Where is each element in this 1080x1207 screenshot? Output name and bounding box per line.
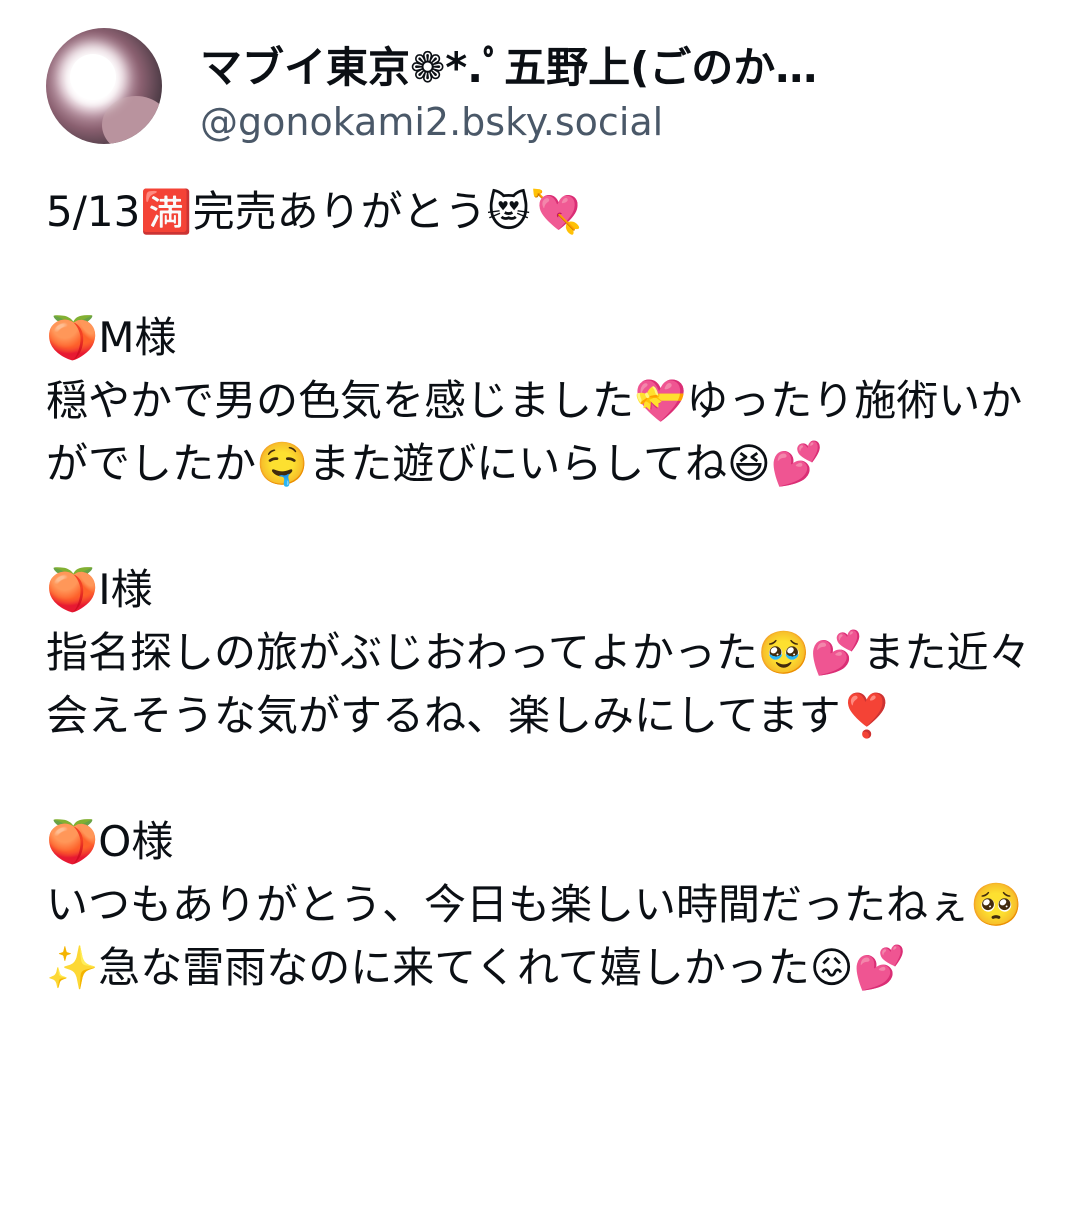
post-header: マブイ東京❁*.ﾟ五野上(ごのか… @gonokami2.bsky.social — [46, 28, 1046, 148]
post-card: マブイ東京❁*.ﾟ五野上(ごのか… @gonokami2.bsky.social… — [0, 0, 1080, 1207]
post-text: 5/13🈵完売ありがとう😻💘 🍑M様 穏やかで男の色気を感じました💝ゆったり施術… — [46, 187, 1031, 992]
avatar-blur-mark — [70, 54, 116, 100]
author-handle[interactable]: @gonokami2.bsky.social — [200, 98, 663, 146]
avatar[interactable] — [46, 28, 162, 144]
avatar-photo-detail — [102, 96, 162, 144]
author-display-name[interactable]: マブイ東京❁*.ﾟ五野上(ごのか… — [200, 40, 960, 96]
